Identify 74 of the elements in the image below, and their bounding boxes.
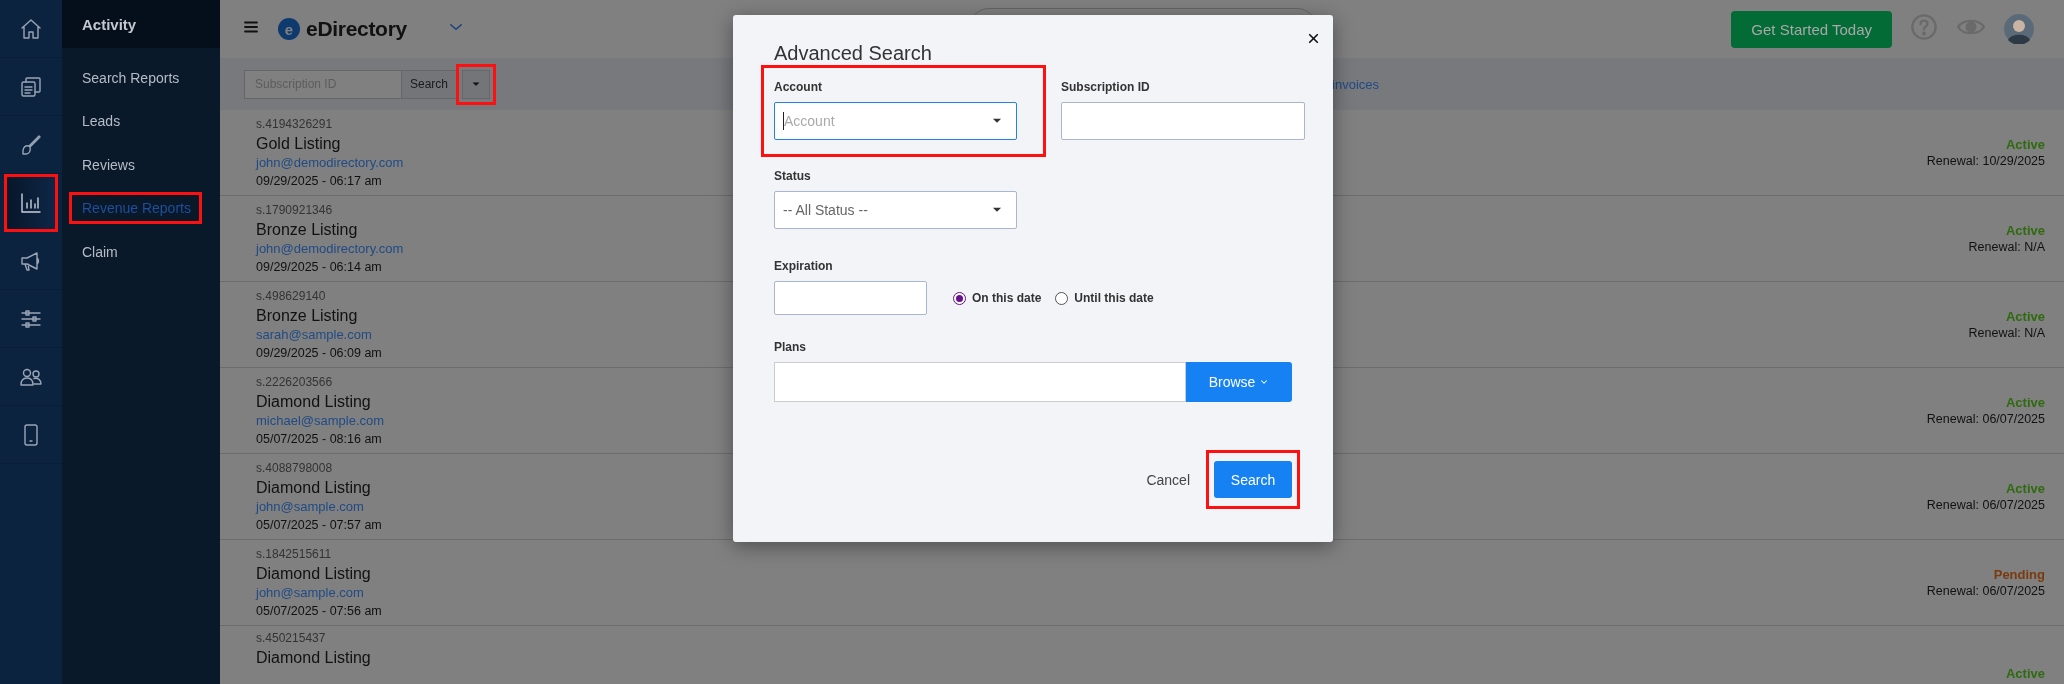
renewal-text: Renewal: N/A [1968, 240, 2045, 254]
listing-title: Bronze Listing [256, 305, 359, 326]
listing-title: Bronze Listing [256, 219, 359, 240]
status-text: Pending [1993, 567, 2045, 582]
date-text: 05/07/2025 - 07:56 am [256, 602, 382, 620]
email-link[interactable]: john@demodirectory.com [256, 239, 404, 258]
email-link[interactable]: john@sample.com [256, 583, 382, 602]
subscription-id: s.450215437 [256, 630, 327, 647]
field-label: Plans [774, 340, 807, 354]
listing-title: Diamond Listing [256, 563, 372, 584]
submenu-item[interactable]: Claim [82, 243, 118, 260]
subscription-id: s.1842515611 [256, 545, 333, 563]
date-text: 09/29/2025 - 06:09 am [256, 344, 382, 362]
search-button[interactable]: Search [402, 69, 458, 99]
status-text: Active [2005, 137, 2045, 152]
field-label: Subscription ID [1061, 80, 1151, 94]
home-icon [19, 16, 43, 41]
field-label: Status [774, 169, 812, 183]
submenu-item[interactable]: Revenue Reports [82, 200, 191, 217]
subscription-id: s.498629140 [256, 287, 327, 305]
renewal-text: Renewal: 06/07/2025 [1926, 412, 2045, 426]
submenu-item[interactable]: Search Reports [82, 69, 180, 86]
close-icon [1307, 32, 1320, 45]
pages-icon [19, 74, 43, 99]
status-text: Active [2005, 309, 2045, 324]
avatar[interactable] [2004, 14, 2034, 44]
status-text: Active [2005, 481, 2045, 496]
date-text: 05/07/2025 - 08:16 am [256, 430, 383, 448]
listing-title: Gold Listing [256, 133, 342, 154]
email-link[interactable]: sarah@sample.com [256, 325, 382, 344]
get-started-button[interactable]: Get Started Today [1731, 10, 1892, 48]
renewal-text: Renewal: 06/07/2025 [1926, 584, 2045, 598]
search-button[interactable]: Search [1214, 461, 1292, 498]
email-link[interactable]: john@demodirectory.com [256, 153, 404, 172]
subscription-id: s.4194326291 [256, 115, 334, 133]
submenu-title: Activity [62, 0, 220, 48]
dialog-title: Advanced Search [774, 41, 933, 65]
status-text: Active [2005, 223, 2045, 238]
listing-title: Diamond Listing [256, 648, 371, 668]
listing-title: Diamond Listing [256, 391, 372, 412]
plans-field[interactable] [774, 362, 1186, 402]
date-text: 09/29/2025 - 06:17 am [256, 172, 383, 190]
chevron-down-icon [1259, 377, 1270, 387]
subscription-row[interactable]: s.450215437 Diamond Listing Active [220, 626, 2064, 684]
subscription-id: s.4088798008 [256, 459, 334, 477]
submenu-item[interactable]: Leads [82, 113, 121, 130]
logo-mark: e [278, 18, 300, 40]
subscription-id-field[interactable] [1061, 102, 1305, 140]
expiration-field[interactable] [774, 281, 927, 315]
email-link[interactable]: john@sample.com [256, 497, 382, 516]
submenu-item[interactable]: Reviews [82, 156, 135, 173]
status-select[interactable]: -- All Status -- [774, 191, 1017, 229]
radio-option[interactable]: On this date [953, 291, 1042, 305]
renewal-text: Renewal: N/A [1968, 326, 2045, 340]
browse-button[interactable]: Browse [1186, 362, 1292, 402]
bar-chart-icon [19, 191, 43, 215]
date-text: 09/29/2025 - 06:14 am [256, 258, 383, 276]
radio-option[interactable]: Until this date [1055, 291, 1154, 305]
highlight-frame[interactable] [4, 174, 58, 232]
status-text: Active [2005, 666, 2045, 681]
cancel-button[interactable]: Cancel [1138, 471, 1198, 488]
listing-title: Diamond Listing [256, 477, 372, 498]
renewal-text: Renewal: 10/29/2025 [1926, 154, 2045, 168]
date-text: 05/07/2025 - 07:57 am [256, 516, 382, 534]
renewal-text: Renewal: 06/07/2025 [1926, 498, 2045, 512]
subscription-id: s.2226203566 [256, 373, 334, 391]
status-text: Active [2005, 395, 2045, 410]
brand-name[interactable]: eDirectory [306, 17, 407, 41]
field-label: Account [774, 80, 823, 94]
invoices-link[interactable]: invoices [1332, 76, 1379, 92]
field-label: Expiration [774, 259, 834, 273]
email-link[interactable]: michael@sample.com [256, 411, 385, 430]
subscription-id: s.1790921346 [256, 201, 334, 219]
account-select[interactable]: Account [774, 102, 1017, 140]
